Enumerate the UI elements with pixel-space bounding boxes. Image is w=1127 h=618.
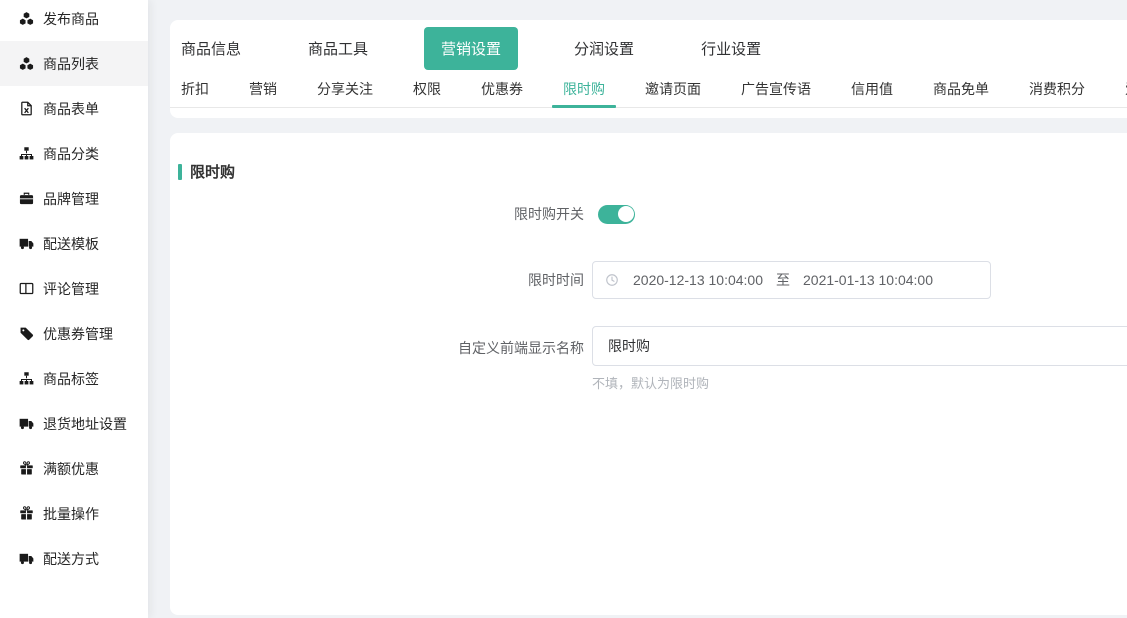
sitemap-icon: [19, 371, 34, 386]
toggle-knob: [618, 206, 634, 222]
app-root: 发布商品商品列表商品表单商品分类品牌管理配送模板评论管理优惠券管理商品标签退货地…: [0, 0, 1127, 618]
clock-icon: [605, 273, 619, 287]
section-title: 限时购: [190, 161, 235, 182]
sub-tabs: 折扣营销分享关注权限优惠券限时购邀请页面广告宣传语信用值商品免单消费积分爱: [170, 70, 1127, 108]
sidebar-item-label: 退货地址设置: [43, 414, 127, 434]
tab-industry-settings[interactable]: 行业设置: [690, 27, 772, 70]
main-tabs: 商品信息 商品工具 营销设置 分润设置 行业设置: [170, 20, 1127, 70]
custom-name-row: 自定义前端显示名称 不填，默认为限时购: [178, 326, 1127, 392]
flash-sale-toggle[interactable]: [598, 205, 635, 224]
subtab-flash-sale[interactable]: 限时购: [563, 70, 605, 107]
subtab-consume-points[interactable]: 消费积分: [1029, 70, 1085, 107]
tabs-panel: 商品信息 商品工具 营销设置 分润设置 行业设置 折扣 营销 分享关注 权限 优惠券 限时购 邀请页…: [170, 20, 1127, 118]
subtab-ad-slogan[interactable]: 广告宣传语: [741, 70, 811, 107]
sidebar-item-return-address[interactable]: 退货地址设置: [0, 401, 148, 446]
content-panel: 限时购 限时购开关 限时时间 2020-12-13 10:04:00 至: [170, 133, 1127, 615]
sidebar-item-delivery-method[interactable]: 配送方式: [0, 536, 148, 581]
sidebar-item-label: 发布商品: [43, 9, 99, 29]
switch-label: 限时购开关: [178, 204, 584, 224]
sidebar-item-label: 评论管理: [43, 279, 99, 299]
sidebar: 发布商品商品列表商品表单商品分类品牌管理配送模板评论管理优惠券管理商品标签退货地…: [0, 0, 148, 618]
subtab-permission[interactable]: 权限: [413, 70, 441, 107]
subtab-goods-free[interactable]: 商品免单: [933, 70, 989, 107]
date-range-separator: 至: [776, 270, 790, 290]
sidebar-item-publish-goods[interactable]: 发布商品: [0, 0, 148, 41]
sidebar-item-goods-list[interactable]: 商品列表: [0, 41, 148, 86]
truck-icon: [19, 236, 34, 251]
date-range-picker[interactable]: 2020-12-13 10:04:00 至 2021-01-13 10:04:0…: [592, 261, 991, 299]
sidebar-item-label: 商品表单: [43, 99, 99, 119]
subtab-credit-value[interactable]: 信用值: [851, 70, 893, 107]
custom-name-hint: 不填，默认为限时购: [592, 373, 1127, 392]
main-area: 商品信息商品工具营销设置分润设置行业设置 折扣营销分享关注权限优惠券限时购邀请页…: [148, 0, 1127, 618]
cubes-icon: [19, 11, 34, 26]
gift-icon: [19, 506, 34, 521]
sidebar-item-batch-operation[interactable]: 批量操作: [0, 491, 148, 536]
briefcase-icon: [19, 191, 34, 206]
sidebar-item-full-discount[interactable]: 满额优惠: [0, 446, 148, 491]
sidebar-item-label: 商品列表: [43, 54, 99, 74]
sidebar-item-goods-form[interactable]: 商品表单: [0, 86, 148, 131]
sidebar-item-label: 配送模板: [43, 234, 99, 254]
date-start-value[interactable]: 2020-12-13 10:04:00: [633, 272, 763, 288]
sidebar-item-label: 满额优惠: [43, 459, 99, 479]
subtab-invite-page[interactable]: 邀请页面: [645, 70, 701, 107]
tab-marketing-settings[interactable]: 营销设置: [424, 27, 518, 70]
sidebar-item-label: 品牌管理: [43, 189, 99, 209]
flash-sale-switch-row: 限时购开关: [178, 204, 1127, 224]
truck-icon: [19, 551, 34, 566]
sidebar-item-coupon-manage[interactable]: 优惠券管理: [0, 311, 148, 356]
subtab-discount[interactable]: 折扣: [181, 70, 209, 107]
custom-name-label: 自定义前端显示名称: [178, 338, 584, 358]
sidebar-item-label: 商品分类: [43, 144, 99, 164]
sitemap-icon: [19, 146, 34, 161]
date-end-value[interactable]: 2021-01-13 10:04:00: [803, 272, 933, 288]
time-label: 限时时间: [178, 270, 584, 290]
tag-icon: [19, 326, 34, 341]
section-accent-bar: [178, 164, 182, 180]
tab-goods-info[interactable]: 商品信息: [170, 27, 252, 70]
tab-profit-settings[interactable]: 分润设置: [563, 27, 645, 70]
custom-name-input[interactable]: [592, 326, 1127, 366]
gift-icon: [19, 461, 34, 476]
subtab-share-follow[interactable]: 分享关注: [317, 70, 373, 107]
section-header: 限时购: [178, 161, 1127, 182]
subtab-marketing[interactable]: 营销: [249, 70, 277, 107]
sidebar-item-goods-tag[interactable]: 商品标签: [0, 356, 148, 401]
truck-icon: [19, 416, 34, 431]
sidebar-item-delivery-template[interactable]: 配送模板: [0, 221, 148, 266]
file-excel-icon: [19, 101, 34, 116]
sidebar-item-goods-category[interactable]: 商品分类: [0, 131, 148, 176]
tab-goods-tools[interactable]: 商品工具: [297, 27, 379, 70]
sidebar-item-comment-manage[interactable]: 评论管理: [0, 266, 148, 311]
sidebar-item-label: 优惠券管理: [43, 324, 113, 344]
sidebar-item-label: 批量操作: [43, 504, 99, 524]
cubes-icon: [19, 56, 34, 71]
sidebar-menu: 发布商品商品列表商品表单商品分类品牌管理配送模板评论管理优惠券管理商品标签退货地…: [0, 0, 148, 581]
sidebar-item-brand-manage[interactable]: 品牌管理: [0, 176, 148, 221]
sidebar-item-label: 配送方式: [43, 549, 99, 569]
flash-sale-time-row: 限时时间 2020-12-13 10:04:00 至 2021-01-13 10…: [178, 261, 1127, 299]
columns-icon: [19, 281, 34, 296]
subtab-coupon[interactable]: 优惠券: [481, 70, 523, 107]
sidebar-item-label: 商品标签: [43, 369, 99, 389]
